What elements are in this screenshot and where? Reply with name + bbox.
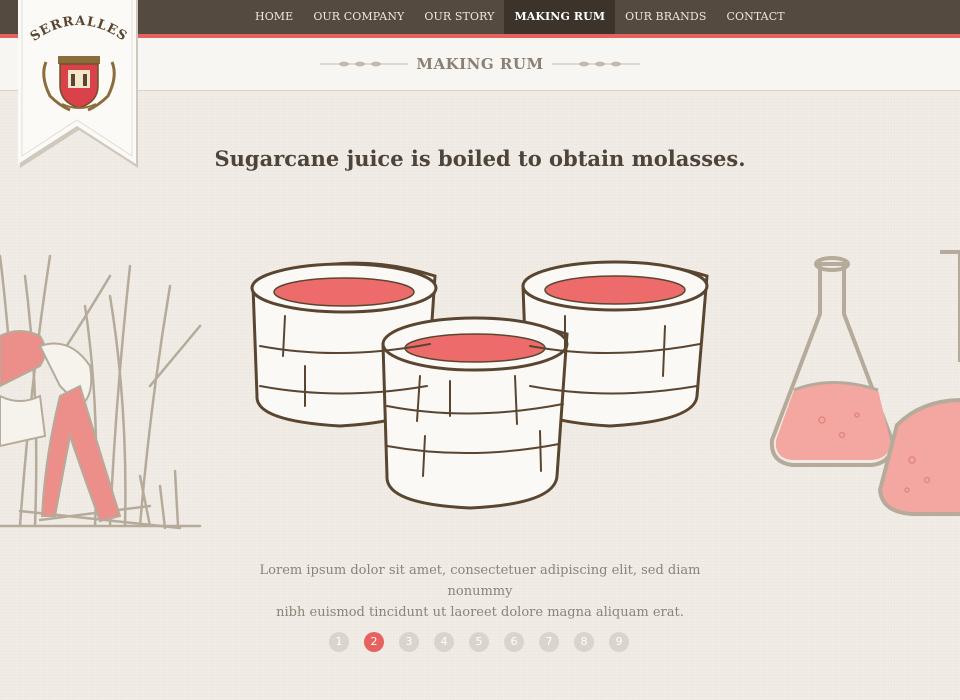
nav-home[interactable]: HOME xyxy=(245,0,303,34)
slide-headline: Sugarcane juice is boiled to obtain mola… xyxy=(214,146,746,171)
pager-dot-2[interactable]: 2 xyxy=(364,632,384,652)
title-wrap: MAKING RUM xyxy=(0,38,960,90)
boiling-barrels-illustration xyxy=(250,260,709,510)
sugarcane-worker-illustration xyxy=(0,254,202,530)
pager-dot-4[interactable]: 4 xyxy=(434,632,454,652)
left-ornament-icon xyxy=(320,61,409,67)
nav-our-story[interactable]: OUR STORY xyxy=(414,0,504,34)
pager-dot-9[interactable]: 9 xyxy=(609,632,629,652)
title-band: MAKING RUM xyxy=(0,38,960,91)
top-nav: HOME OUR COMPANY OUR STORY MAKING RUM OU… xyxy=(0,0,960,34)
right-ornament-icon xyxy=(551,61,640,67)
nav-making-rum[interactable]: MAKING RUM xyxy=(504,0,616,34)
nav-our-company[interactable]: OUR COMPANY xyxy=(303,0,414,34)
pager-dot-6[interactable]: 6 xyxy=(504,632,524,652)
nav-menu: HOME OUR COMPANY OUR STORY MAKING RUM OU… xyxy=(245,0,795,34)
pager-dot-8[interactable]: 8 xyxy=(574,632,594,652)
caption-line-1: Lorem ipsum dolor sit amet, consectetuer… xyxy=(259,563,701,599)
nav-contact[interactable]: CONTACT xyxy=(716,0,794,34)
caption-line-2: nibh euismod tincidunt ut laoreet dolore… xyxy=(276,605,684,620)
pager-dot-3[interactable]: 3 xyxy=(399,632,419,652)
pager-dot-5[interactable]: 5 xyxy=(469,632,489,652)
pager-dot-7[interactable]: 7 xyxy=(539,632,559,652)
lab-flasks-illustration xyxy=(769,250,960,516)
slide-pager: 1 2 3 4 5 6 7 8 9 xyxy=(329,632,629,652)
page: HOME OUR COMPANY OUR STORY MAKING RUM OU… xyxy=(0,0,960,700)
page-title: MAKING RUM xyxy=(416,55,544,73)
slide-caption: Lorem ipsum dolor sit amet, consectetuer… xyxy=(230,560,730,623)
pager-dot-1[interactable]: 1 xyxy=(329,632,349,652)
nav-our-brands[interactable]: OUR BRANDS xyxy=(615,0,716,34)
